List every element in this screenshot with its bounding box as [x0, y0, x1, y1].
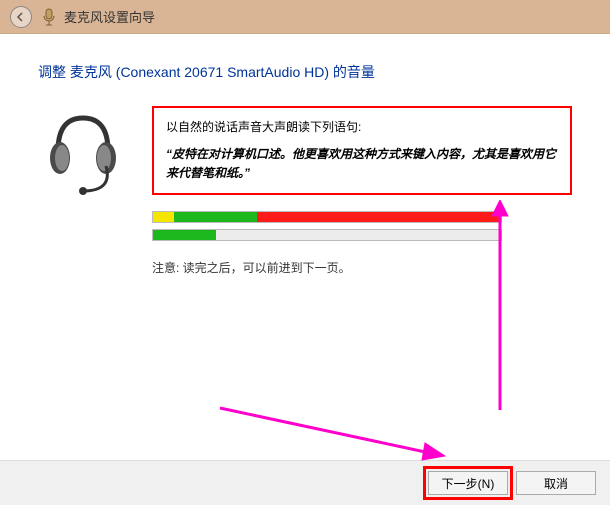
meter1-red	[257, 212, 501, 222]
back-button[interactable]	[10, 6, 32, 28]
page-heading: 调整 麦克风 (Conexant 20671 SmartAudio HD) 的音…	[38, 62, 572, 82]
next-button[interactable]: 下一步(N)	[428, 471, 508, 495]
content-area: 调整 麦克风 (Conexant 20671 SmartAudio HD) 的音…	[0, 34, 610, 460]
note-text: 注意: 读完之后，可以前进到下一页。	[152, 259, 572, 276]
back-arrow-icon	[15, 11, 27, 23]
headset-icon	[38, 106, 128, 196]
instruction-title: 以自然的说话声音大声朗读下列语句:	[166, 118, 558, 135]
footer: 下一步(N) 取消	[0, 460, 610, 505]
meter2-green	[153, 230, 216, 240]
cancel-button[interactable]: 取消	[516, 471, 596, 495]
volume-meter-1	[152, 211, 502, 223]
meter1-yellow	[153, 212, 174, 222]
meter1-green	[174, 212, 258, 222]
meter2-empty	[216, 230, 501, 240]
titlebar: 麦克风设置向导	[0, 0, 610, 34]
microphone-icon	[42, 8, 56, 26]
instruction-quote: “皮特在对计算机口述。他更喜欢用这种方式来键入内容，尤其是喜欢用它来代替笔和纸。…	[166, 145, 558, 183]
volume-meter-2	[152, 229, 502, 241]
instruction-box: 以自然的说话声音大声朗读下列语句: “皮特在对计算机口述。他更喜欢用这种方式来键…	[152, 106, 572, 195]
window-title: 麦克风设置向导	[64, 7, 155, 26]
